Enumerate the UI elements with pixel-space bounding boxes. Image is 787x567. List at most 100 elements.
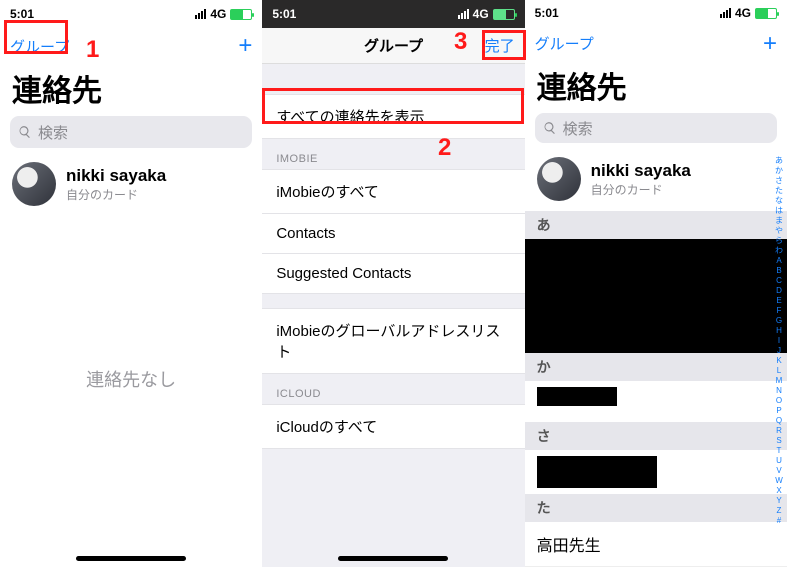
index-letter[interactable]: ま [775,216,783,226]
groups-screen: 5:01 4G グループ 完了 すべての連絡先を表示 IMOBIE iMobie… [262,0,524,567]
index-letter[interactable]: M [776,376,783,386]
index-letter[interactable]: Q [776,416,782,426]
battery-icon [755,8,777,19]
group-item[interactable]: iMobieのグローバルアドレスリスト [262,308,524,374]
status-bar: 5:01 4G [0,0,262,28]
index-letter[interactable]: A [776,256,781,266]
nav-title: グループ [364,35,423,56]
index-letter[interactable]: Y [776,496,781,506]
status-bar: 5:01 4G [262,0,524,28]
status-bar: 5:01 4G [525,0,787,27]
index-letter[interactable]: N [776,386,782,396]
index-letter[interactable]: な [775,196,783,206]
section-header-ka: か [525,353,787,381]
index-letter[interactable]: E [776,296,781,306]
index-letter[interactable]: J [777,346,781,356]
nav-bar: グループ + [525,27,787,61]
search-input[interactable]: 検索 [10,116,252,148]
index-letter[interactable]: X [776,486,781,496]
nav-bar: グループ + [0,28,262,64]
index-letter[interactable]: R [776,426,782,436]
me-name: nikki sayaka [66,166,166,186]
me-card[interactable]: nikki sayaka 自分のカード [525,151,787,211]
battery-icon [230,9,252,20]
section-index[interactable]: あかさたなはまやらわABCDEFGHIJKLMNOPQRSTUVWXYZ# [773,156,785,547]
signal-icon [458,9,469,19]
signal-icon [720,8,731,18]
battery-icon [493,9,515,20]
groups-button[interactable]: グループ [535,33,594,54]
index-letter[interactable]: あ [775,156,783,166]
show-all-contacts-row[interactable]: すべての連絡先を表示 [262,94,524,139]
page-title: 連絡先 [525,61,787,113]
index-letter[interactable]: I [778,336,780,346]
add-contact-button[interactable]: + [212,34,252,58]
home-indicator[interactable] [76,556,186,561]
group-item[interactable]: Contacts [262,214,524,254]
index-letter[interactable]: U [776,456,782,466]
done-button[interactable]: 完了 [475,35,515,56]
add-contact-button[interactable]: + [737,32,777,56]
index-letter[interactable]: C [776,276,782,286]
me-sub: 自分のカード [591,181,691,198]
index-letter[interactable]: F [777,306,782,316]
index-letter[interactable]: G [776,316,782,326]
redacted-contacts [525,239,787,353]
group-item[interactable]: iCloudのすべて [262,404,524,449]
index-letter[interactable]: S [776,436,781,446]
index-letter[interactable]: D [776,286,782,296]
index-letter[interactable]: さ [775,176,783,186]
avatar [537,157,581,201]
home-indicator[interactable] [338,556,448,561]
search-icon [543,121,557,135]
avatar [12,162,56,206]
group-header-icloud: ICLOUD [262,374,524,404]
page-title: 連絡先 [0,64,262,116]
group-header-imobie: IMOBIE [262,139,524,169]
status-time: 5:01 [535,6,559,20]
empty-state: 連絡先なし [0,366,262,392]
index-letter[interactable]: T [777,446,782,456]
contacts-list-screen: 5:01 4G グループ + 連絡先 検索 nikki sayaka 自分のカー… [525,0,787,567]
index-letter[interactable]: た [775,186,783,196]
section-header-a: あ [525,211,787,239]
contacts-empty-screen: 5:01 4G グループ + 連絡先 検索 nikki sayaka 自分のカー… [0,0,262,567]
me-card[interactable]: nikki sayaka 自分のカード [0,156,262,216]
index-letter[interactable]: O [776,396,782,406]
redacted-contact [537,456,657,488]
index-letter[interactable]: は [775,206,783,216]
index-letter[interactable]: B [776,266,781,276]
index-letter[interactable]: か [775,166,783,176]
groups-button[interactable]: グループ [10,36,69,57]
index-letter[interactable]: # [777,516,781,526]
status-network: 4G [735,6,751,20]
index-letter[interactable]: L [777,366,781,376]
status-network: 4G [210,7,226,21]
search-input[interactable]: 検索 [535,113,777,143]
status-time: 5:01 [10,7,34,21]
nav-bar: グループ 完了 [262,28,524,64]
search-icon [18,125,32,139]
index-letter[interactable]: W [775,476,783,486]
contact-row[interactable]: 高田先生 [525,522,787,567]
index-letter[interactable]: Z [777,506,782,516]
me-name: nikki sayaka [591,161,691,181]
index-letter[interactable]: K [776,356,781,366]
status-network: 4G [473,7,489,21]
index-letter[interactable]: ら [775,236,783,246]
redacted-contact [537,387,617,406]
signal-icon [195,9,206,19]
index-letter[interactable]: V [776,466,781,476]
search-placeholder: 検索 [563,118,593,139]
index-letter[interactable]: P [776,406,781,416]
section-header-sa: さ [525,422,787,450]
section-header-ta: た [525,494,787,522]
group-item[interactable]: Suggested Contacts [262,254,524,294]
status-time: 5:01 [272,7,296,21]
index-letter[interactable]: H [776,326,782,336]
search-placeholder: 検索 [38,122,68,143]
me-sub: 自分のカード [66,186,166,203]
index-letter[interactable]: や [775,226,783,236]
group-item[interactable]: iMobieのすべて [262,169,524,214]
index-letter[interactable]: わ [775,246,783,256]
